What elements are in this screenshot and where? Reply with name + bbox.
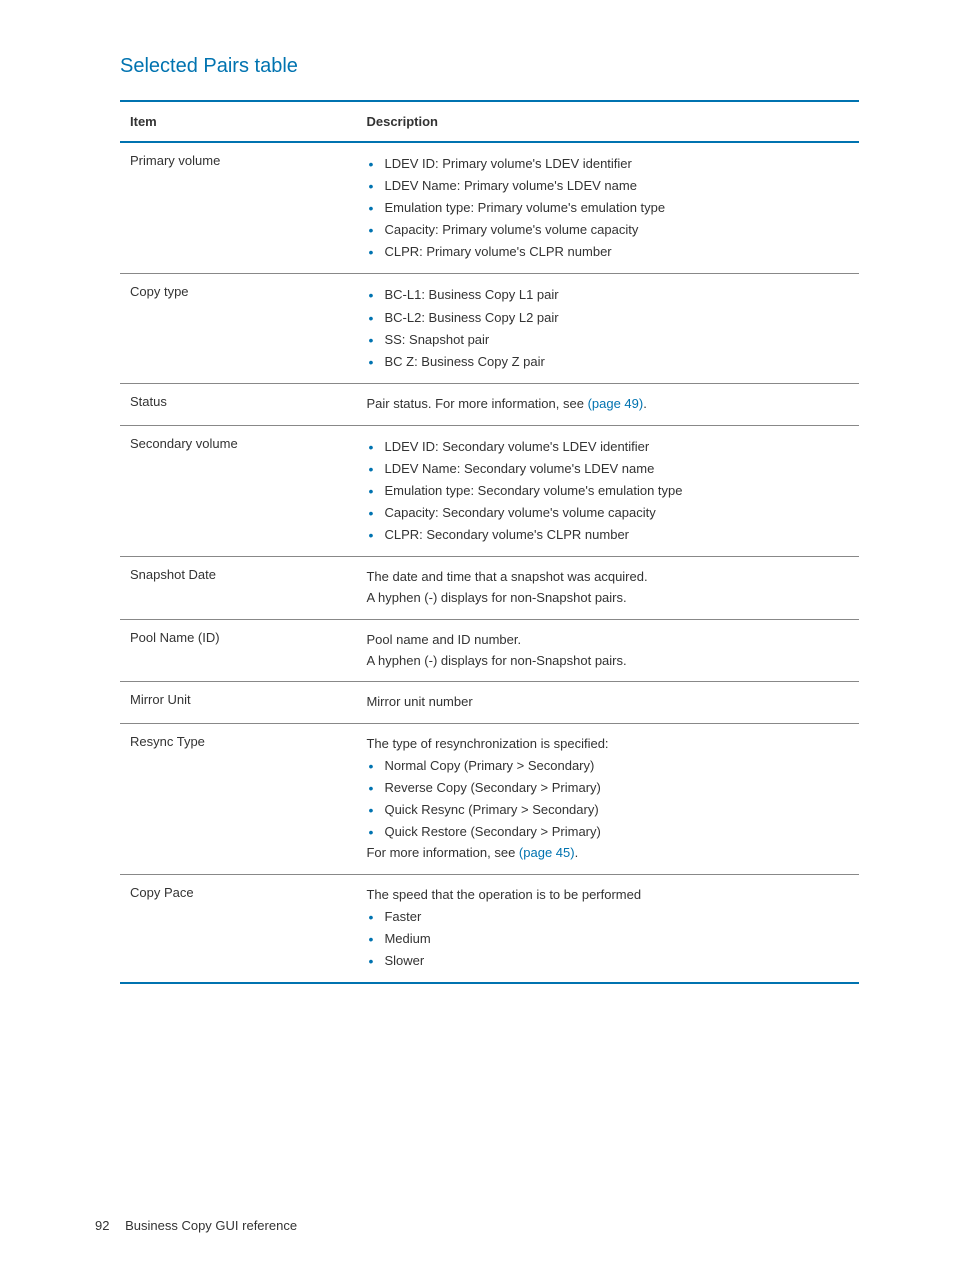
desc-text-post: . — [643, 396, 647, 411]
desc-intro: The type of resynchronization is specifi… — [366, 734, 849, 755]
desc-lines: Pool name and ID number.A hyphen (-) dis… — [366, 630, 849, 672]
list-item: LDEV ID: Secondary volume's LDEV identif… — [366, 436, 849, 458]
table-row: Status Pair status. For more information,… — [120, 383, 859, 425]
cell-description: BC-L1: Business Copy L1 pairBC-L2: Busin… — [356, 274, 859, 383]
page-link[interactable]: (page 45) — [519, 845, 575, 860]
desc-line: Mirror unit number — [366, 692, 849, 713]
table-row: Snapshot Date The date and time that a sn… — [120, 557, 859, 620]
list-item: LDEV ID: Primary volume's LDEV identifie… — [366, 153, 849, 175]
desc-intro: The speed that the operation is to be pe… — [366, 885, 849, 906]
cell-description: The speed that the operation is to be pe… — [356, 875, 859, 984]
desc-list: Normal Copy (Primary > Secondary)Reverse… — [366, 755, 849, 843]
list-item: BC Z: Business Copy Z pair — [366, 351, 849, 373]
cell-item: Resync Type — [120, 724, 356, 875]
list-item: LDEV Name: Secondary volume's LDEV name — [366, 458, 849, 480]
cell-item: Snapshot Date — [120, 557, 356, 620]
list-item: Emulation type: Primary volume's emulati… — [366, 197, 849, 219]
list-item: LDEV Name: Primary volume's LDEV name — [366, 175, 849, 197]
page-number: 92 — [95, 1218, 109, 1233]
table-row: Primary volume LDEV ID: Primary volume's … — [120, 142, 859, 274]
table-row: Mirror Unit Mirror unit number — [120, 682, 859, 724]
cell-item: Primary volume — [120, 142, 356, 274]
list-item: Medium — [366, 928, 849, 950]
desc-text-post: . — [575, 845, 579, 860]
desc-list: BC-L1: Business Copy L1 pairBC-L2: Busin… — [366, 284, 849, 372]
selected-pairs-table: Item Description Primary volume LDEV ID: … — [120, 100, 859, 984]
list-item: Faster — [366, 906, 849, 928]
desc-line: Pool name and ID number. — [366, 630, 849, 651]
list-item: BC-L2: Business Copy L2 pair — [366, 307, 849, 329]
cell-item: Mirror Unit — [120, 682, 356, 724]
list-item: Normal Copy (Primary > Secondary) — [366, 755, 849, 777]
list-item: Capacity: Primary volume's volume capaci… — [366, 219, 849, 241]
table-row: Secondary volume LDEV ID: Secondary volum… — [120, 425, 859, 556]
header-item: Item — [120, 101, 356, 142]
cell-description: The date and time that a snapshot was ac… — [356, 557, 859, 620]
cell-item: Secondary volume — [120, 425, 356, 556]
list-item: Quick Restore (Secondary > Primary) — [366, 821, 849, 843]
list-item: Capacity: Secondary volume's volume capa… — [366, 502, 849, 524]
table-row: Pool Name (ID)Pool name and ID number.A … — [120, 619, 859, 682]
footer-title: Business Copy GUI reference — [125, 1218, 297, 1233]
cell-description: Pair status. For more information, see (… — [356, 383, 859, 425]
cell-item: Copy type — [120, 274, 356, 383]
cell-description: Mirror unit number — [356, 682, 859, 724]
table-row: Copy typeBC-L1: Business Copy L1 pairBC-… — [120, 274, 859, 383]
desc-line: A hyphen (-) displays for non-Snapshot p… — [366, 651, 849, 672]
cell-description: LDEV ID: Secondary volume's LDEV identif… — [356, 425, 859, 556]
cell-description: The type of resynchronization is specifi… — [356, 724, 859, 875]
section-title: Selected Pairs table — [120, 55, 859, 78]
desc-text-pre: For more information, see — [366, 845, 518, 860]
cell-item: Pool Name (ID) — [120, 619, 356, 682]
list-item: CLPR: Secondary volume's CLPR number — [366, 524, 849, 546]
desc-list: LDEV ID: Secondary volume's LDEV identif… — [366, 436, 849, 546]
desc-text-pre: Pair status. For more information, see — [366, 396, 587, 411]
page-footer: 92 Business Copy GUI reference — [95, 1218, 297, 1233]
desc-list: FasterMediumSlower — [366, 906, 849, 972]
desc-line: A hyphen (-) displays for non-Snapshot p… — [366, 588, 849, 609]
list-item: SS: Snapshot pair — [366, 329, 849, 351]
list-item: BC-L1: Business Copy L1 pair — [366, 284, 849, 306]
desc-lines: Mirror unit number — [366, 692, 849, 713]
table-body: Primary volume LDEV ID: Primary volume's … — [120, 142, 859, 983]
list-item: CLPR: Primary volume's CLPR number — [366, 241, 849, 263]
desc-list: LDEV ID: Primary volume's LDEV identifie… — [366, 153, 849, 263]
list-item: Reverse Copy (Secondary > Primary) — [366, 777, 849, 799]
page-link[interactable]: (page 49) — [588, 396, 644, 411]
header-description: Description — [356, 101, 859, 142]
desc-outro: For more information, see (page 45). — [366, 843, 849, 864]
desc-lines: The date and time that a snapshot was ac… — [366, 567, 849, 609]
list-item: Quick Resync (Primary > Secondary) — [366, 799, 849, 821]
cell-description: LDEV ID: Primary volume's LDEV identifie… — [356, 142, 859, 274]
desc-line: Pair status. For more information, see (… — [366, 394, 849, 415]
cell-item: Copy Pace — [120, 875, 356, 984]
table-row: Resync Type The type of resynchronization… — [120, 724, 859, 875]
desc-line: The date and time that a snapshot was ac… — [366, 567, 849, 588]
cell-item: Status — [120, 383, 356, 425]
list-item: Slower — [366, 950, 849, 972]
list-item: Emulation type: Secondary volume's emula… — [366, 480, 849, 502]
cell-description: Pool name and ID number.A hyphen (-) dis… — [356, 619, 859, 682]
table-row: Copy Pace The speed that the operation is… — [120, 875, 859, 984]
